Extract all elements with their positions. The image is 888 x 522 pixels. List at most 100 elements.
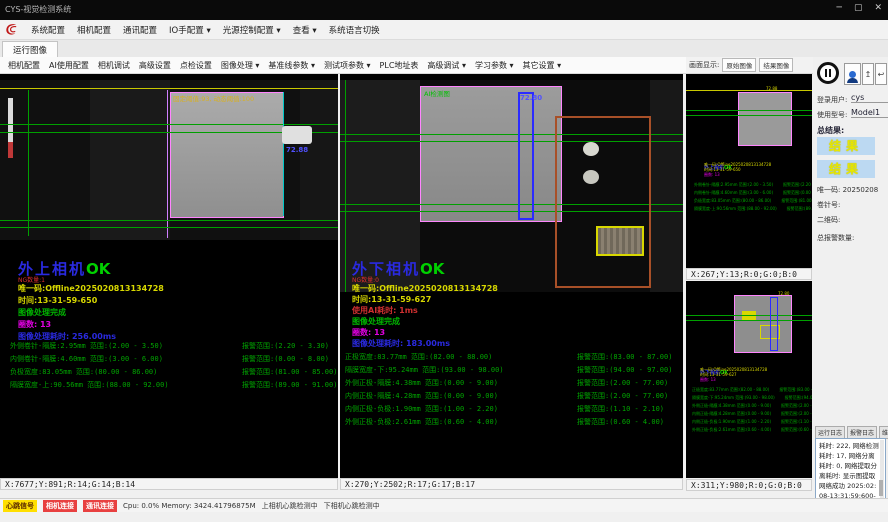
menu-comm-config[interactable]: 通讯配置 (123, 24, 157, 36)
camera-link-badge: 相机连接 (43, 500, 77, 512)
alarm-count-label: 总报警数量: (817, 233, 854, 243)
menu-camera-config[interactable]: 相机配置 (77, 24, 111, 36)
menu-language-switch[interactable]: 系统语言切换 (329, 24, 380, 36)
login-user-value[interactable]: cys (851, 93, 888, 103)
overlay-green-hline (0, 220, 338, 221)
reflection-spot (583, 142, 599, 156)
menu-light-config[interactable]: 光源控制配置 ▾ (223, 24, 281, 36)
process-elapsed: 图像处理耗时: 183.00ms (352, 338, 450, 349)
overlay-green-hline (0, 227, 338, 228)
tool-ai-use-config[interactable]: AI使用配置 (49, 60, 89, 71)
measurement-row: 隔膜宽度-下:95.24mm 范围:(93.00 - 98.00) 报警范围:(… (345, 365, 681, 375)
result-box-lower: 结果 (817, 160, 875, 178)
tool-other-settings[interactable]: 其它设置 ▾ (523, 60, 562, 71)
electrode-region-mini (734, 295, 792, 353)
measure-text: 隔膜宽度-上:90.56mm 范围:(88.00 - 92.00) (10, 380, 242, 390)
mini-measure-row: 内侧正极-隔膜:4.28mm 范围:(0.00 - 9.00)报警范围:(2.0… (692, 411, 812, 417)
mini-measure-row: 外侧正极-负极:2.61mm 范围:(0.60 - 4.00)报警范围:(0.6… (692, 427, 812, 433)
left-camera-image[interactable]: 固定阈值:93, 动态阈值:100 72.88 (0, 80, 338, 240)
window-controls: ─ ▢ ✕ (837, 3, 882, 13)
alarm-range: 报警范围:(83.00 - 87.00) (577, 352, 681, 362)
thumb-lower-camera[interactable]: 72.80 外下相机OK 唯一码:Offline2025020813134728… (686, 281, 812, 478)
tool-learn-params[interactable]: 学习参数 ▾ (475, 60, 514, 71)
log-scrollbar[interactable] (880, 440, 884, 502)
thumb-upper-camera[interactable]: 72.88 外上相机OK 唯一码:Offline2025020813134728… (686, 74, 812, 268)
alarm-range: 报警范围:(0.00 - 8.00) (242, 354, 336, 364)
process-done: 图像处理完成 (18, 307, 66, 318)
title-bar: CYS-视觉检测系统 ─ ▢ ✕ (0, 0, 888, 20)
menu-system-config[interactable]: 系统配置 (31, 24, 65, 36)
measure-text: 隔膜宽度-下:95.24mm 范围:(93.00 - 98.00) (345, 365, 577, 375)
app-logo-icon (4, 22, 19, 37)
ai-region-label: AI检测图 (424, 88, 450, 98)
alarm-range: 报警范围:(94.00 - 97.00) (577, 365, 681, 375)
machine-background (90, 80, 170, 240)
tool-advanced-settings[interactable]: 高级设置 (139, 60, 171, 71)
model-value[interactable]: Model1 (851, 108, 888, 118)
measure-text: 内侧正极-隔膜:4.28mm 范围:(0.00 - 9.00) (345, 391, 577, 401)
tool-camera-config[interactable]: 相机配置 (8, 60, 40, 71)
menu-view[interactable]: 查看 ▾ (293, 24, 317, 36)
measurement-row: 外侧正极-负极:2.61mm 范围:(0.60 - 4.00) 报警范围:(0.… (345, 417, 681, 427)
measurement-row: 内侧正极-隔膜:4.28mm 范围:(0.00 - 9.00) 报警范围:(2.… (345, 391, 681, 401)
measurement-row: 正极宽度:83.77mm 范围:(82.00 - 88.00) 报警范围:(83… (345, 352, 681, 362)
user-icon (849, 71, 856, 78)
connector-part (282, 126, 312, 144)
tool-image-process[interactable]: 图像处理 ▾ (221, 60, 260, 71)
alarm-range: 报警范围:(0.60 - 4.00) (577, 417, 681, 427)
thumb-lower-status: X:311;Y:980;R:0;G:0;B:0 (686, 479, 812, 491)
unique-code-label: 唯一码: 20250208 (817, 185, 878, 195)
panel-up-button[interactable]: ↥ (862, 63, 874, 85)
menu-io-hand-config[interactable]: IO手配置 ▾ (169, 24, 211, 36)
electrode-region (170, 92, 284, 218)
loop-count: 圈数: 13 (18, 319, 51, 330)
display-mode-label: 画面显示: (689, 60, 719, 70)
mini-measure-row: 隔膜宽度-下:95.24mm 范围:(93.00 - 98.00)报警范围:(9… (692, 395, 812, 401)
pin-number-label: 卷针号: (817, 200, 840, 210)
log-scrollbar-thumb[interactable] (879, 480, 883, 496)
mini-measure-row: 隔膜宽度-上:90.56mm 范围:(88.00 - 92.00)报警范围:(8… (694, 206, 812, 212)
overlay-purple-vline (167, 90, 168, 238)
cpu-memory-status: Cpu: 0.0% Memory: 3424.41796875M (123, 502, 256, 510)
capture-time: 时间:13-31-59-650 (18, 295, 97, 306)
measurement-row: 内侧正极-负极:1.90mm 范围:(1.00 - 2.20) 报警范围:(1.… (345, 404, 681, 414)
maximize-icon[interactable]: ▢ (854, 3, 863, 13)
total-result-label: 总结果: (817, 125, 844, 136)
mini-measure-row: 内侧正极-负极:1.90mm 范围:(1.00 - 2.20)报警范围:(1.1… (692, 419, 812, 425)
exit-button[interactable]: ↩ (875, 63, 887, 85)
alarm-range: 报警范围:(1.10 - 2.10) (577, 404, 681, 414)
measurement-row: 负极宽度:83.05mm 范围:(80.00 - 86.00) 报警范围:(81… (10, 367, 336, 377)
tool-test-params[interactable]: 测试项参数 ▾ (324, 60, 371, 71)
tool-advanced-debug[interactable]: 高级调试 ▾ (427, 60, 466, 71)
display-option-raw[interactable]: 原始图像 (722, 58, 756, 72)
tool-baseline-params[interactable]: 基准线参数 ▾ (268, 60, 315, 71)
threshold-overlay-text: 固定阈值:93, 动态阈值:100 (173, 93, 254, 103)
overlay-yellow-line (686, 90, 812, 91)
window-title: CYS-视觉检测系统 (5, 4, 71, 15)
mid-camera-panel: AI检测图 72.80 外下相机OK NG数量:0 唯一码:Offline202… (340, 74, 683, 478)
app-window: CYS-视觉检测系统 ─ ▢ ✕ 系统配置 相机配置 通讯配置 IO手配置 ▾ … (0, 0, 888, 522)
mini-loops: 圈数: 13 (700, 377, 716, 383)
log-output[interactable]: 耗时: 222, 网络检测耗时: 17, 网络分离耗时: 0, 网络提取分离耗时… (815, 438, 886, 506)
electrode-region-mini (738, 92, 792, 146)
measure-text: 正极宽度:83.77mm 范围:(82.00 - 88.00) (345, 352, 577, 362)
tool-camera-debug[interactable]: 相机调试 (98, 60, 130, 71)
tool-plc-address[interactable]: PLC地址表 (380, 60, 419, 71)
reflection-spot (583, 170, 599, 184)
pause-icon (829, 69, 831, 77)
mini-overlay-value: 72.80 (778, 291, 789, 296)
pause-button[interactable] (817, 62, 839, 84)
mini-measure-row: 正极宽度:83.77mm 范围:(82.00 - 88.00)报警范围:(83.… (692, 387, 812, 393)
measurement-row: 内侧卷针-隔膜:4.60mm 范围:(3.00 - 6.00) 报警范围:(0.… (10, 354, 336, 364)
tab-run-image[interactable]: 运行图像 (2, 41, 58, 58)
log-text: 耗时: 222, 网络检测耗时: 17, 网络分离耗时: 0, 网络提取分离耗时… (819, 442, 879, 506)
user-login-button[interactable] (844, 63, 861, 85)
tool-spot-check[interactable]: 点检设置 (180, 60, 212, 71)
login-user-label: 登录用户: (817, 95, 847, 105)
ok-status: OK (420, 260, 444, 278)
lower-camera-heartbeat-note: 下相机心跳检测中 (324, 501, 380, 511)
display-option-result[interactable]: 结果图像 (759, 58, 793, 72)
minimize-icon[interactable]: ─ (837, 3, 842, 13)
qr-code-label: 二维码: (817, 215, 840, 225)
close-icon[interactable]: ✕ (874, 3, 882, 13)
